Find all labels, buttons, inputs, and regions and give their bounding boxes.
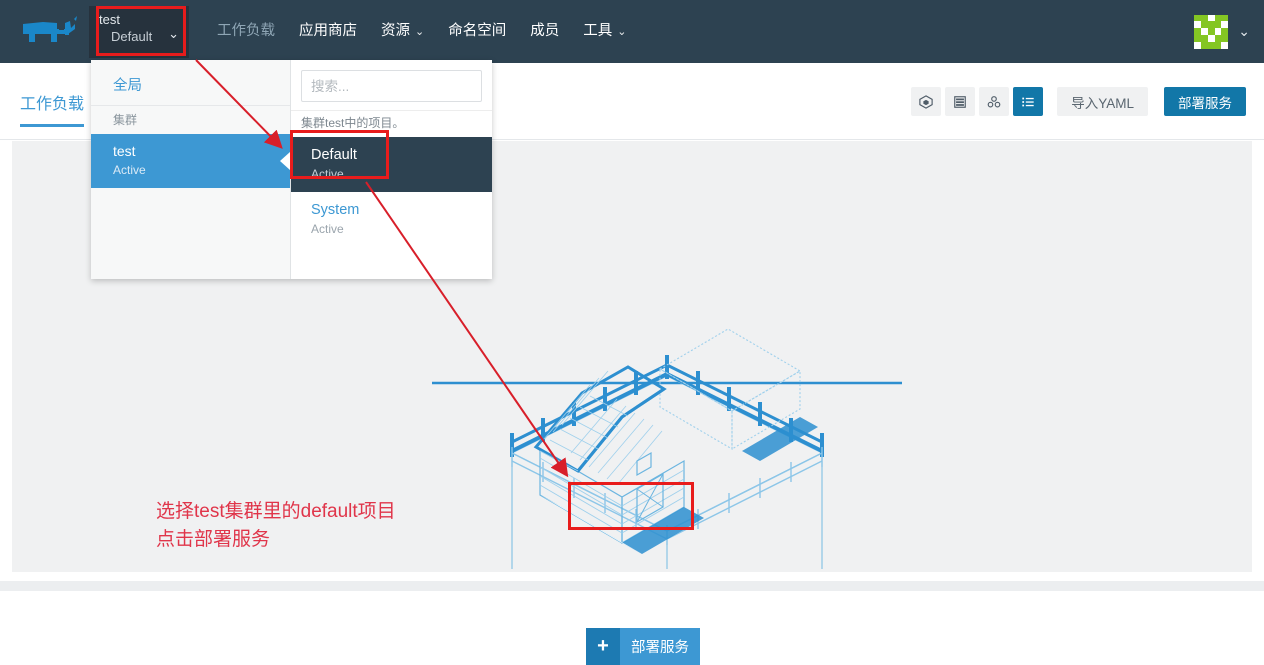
chevron-down-icon: ⌄ — [617, 25, 627, 38]
tab-workloads[interactable]: 工作负载 — [20, 90, 85, 127]
isometric-barn-farm-illustration-icon — [432, 328, 902, 569]
nav-item-label: 命名空间 — [448, 23, 507, 39]
nav-item-app-store[interactable]: 应用商店 — [287, 0, 369, 63]
dropdown-project-system[interactable]: System Active — [291, 192, 492, 247]
deploy-service-center-button[interactable]: + 部署服务 — [586, 628, 700, 665]
chevron-down-icon: ⌄ — [415, 25, 425, 38]
footer-strip — [0, 581, 1264, 591]
annotation-line-1: 选择test集群里的default项目 — [156, 501, 396, 522]
nav-item-members[interactable]: 成员 — [518, 0, 571, 63]
cluster-name: test — [113, 143, 136, 159]
dropdown-cluster-test[interactable]: test Active — [91, 134, 290, 188]
server-view-icon[interactable] — [945, 87, 976, 116]
cluster-view-icon[interactable] — [979, 87, 1010, 116]
sub-bar-actions: 导入YAML 部署服务 — [911, 87, 1246, 116]
project-state: Active — [311, 222, 344, 236]
nav-item-label: 工作负载 — [217, 23, 275, 39]
nav-links: 工作负载 应用商店 资源 ⌄ 命名空间 成员 工具 ⌄ — [205, 0, 638, 63]
chevron-down-icon[interactable]: ⌄ — [1238, 23, 1250, 40]
nav-item-label: 资源 — [381, 22, 410, 39]
plus-icon: + — [586, 628, 620, 665]
dropdown-item-global[interactable]: 全局 — [91, 60, 290, 105]
dropdown-project-column: 集群test中的项目。 Default Active System Active — [291, 60, 492, 279]
annotation-line-2: 点击部署服务 — [156, 529, 271, 550]
rancher-logo[interactable] — [0, 0, 90, 63]
dropdown-cluster-column: 全局 集群 test Active — [91, 60, 291, 279]
empty-state-illustration — [432, 321, 902, 601]
nav-item-label: 工具 — [583, 22, 613, 39]
chevron-down-icon: ⌄ — [168, 25, 179, 41]
cube-view-icon[interactable] — [911, 87, 942, 116]
cluster-project-selector[interactable]: test Default ⌄ — [89, 5, 189, 58]
project-name: System — [311, 202, 360, 218]
top-navigation-bar: test Default ⌄ 工作负载 应用商店 资源 ⌄ 命名空间 成员 工具 ⌄ — [0, 0, 1264, 63]
search-input[interactable] — [301, 70, 482, 102]
deploy-service-button[interactable]: 部署服务 — [1164, 87, 1246, 116]
nav-item-label: 成员 — [530, 23, 560, 39]
dropdown-projects-caption: 集群test中的项目。 — [291, 110, 492, 137]
list-view-icon[interactable] — [1013, 87, 1044, 116]
dropdown-search-wrap — [291, 60, 492, 110]
avatar[interactable] — [1194, 14, 1229, 49]
selection-pointer-icon — [280, 152, 290, 170]
import-yaml-button[interactable]: 导入YAML — [1057, 87, 1148, 116]
cluster-project-dropdown: 全局 集群 test Active 集群test中的项目。 Default Ac… — [91, 60, 492, 279]
nav-item-label: 应用商店 — [299, 23, 357, 39]
nav-item-resources[interactable]: 资源 ⌄ — [369, 0, 436, 64]
nav-item-workloads[interactable]: 工作负载 — [205, 0, 287, 63]
view-mode-toggle-group — [911, 87, 1044, 116]
nav-right-section: ⌄ — [1194, 14, 1264, 49]
dropdown-project-default[interactable]: Default Active — [291, 137, 492, 192]
dropdown-section-clusters: 集群 — [91, 105, 290, 134]
project-state: Active — [311, 167, 344, 181]
annotation-text: 选择test集群里的default项目 点击部署服务 — [156, 498, 396, 554]
project-name: Default — [311, 147, 357, 163]
cluster-state: Active — [113, 163, 146, 177]
rancher-bull-logo-icon — [23, 15, 77, 42]
nav-item-tools[interactable]: 工具 ⌄ — [571, 0, 638, 64]
deploy-service-center-label: 部署服务 — [620, 628, 700, 665]
nav-item-namespaces[interactable]: 命名空间 — [436, 0, 518, 63]
